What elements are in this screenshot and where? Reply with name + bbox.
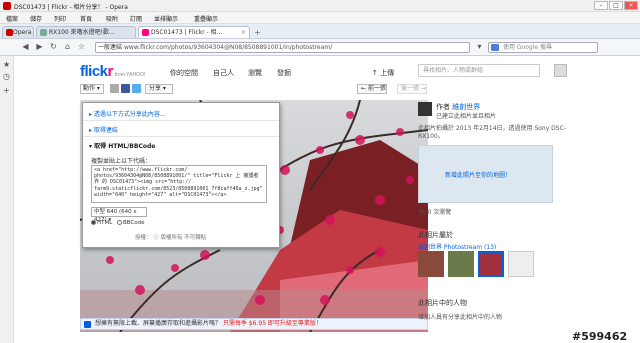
next-photo-button[interactable]: 後一張 → bbox=[397, 84, 427, 94]
add-to-map-link[interactable]: 新增此照片至你的地圖！ bbox=[445, 170, 511, 179]
minimize-button[interactable]: – bbox=[594, 1, 608, 10]
flickr-search-input[interactable]: 尋找相片、人物或群組 bbox=[418, 64, 540, 77]
owner-avatar[interactable] bbox=[418, 102, 432, 116]
bookmark-icon[interactable]: ☆ bbox=[76, 42, 87, 53]
tab-opera[interactable]: Opera bbox=[2, 26, 34, 38]
menu-file[interactable]: 檔案 bbox=[6, 14, 18, 23]
menu-cascade[interactable]: 重疊顯示 bbox=[194, 14, 218, 23]
upgrade-banner[interactable]: 想擁有無限上載、屏棄播廣存取和進攝影片嗎？ 只需每季 $6.95 即可升級至專業… bbox=[80, 318, 428, 330]
html-bbcode-section[interactable]: ▾ 取得 HTML/BBCode bbox=[89, 141, 155, 150]
watermark: #599462 bbox=[572, 330, 628, 343]
upload-link[interactable]: ↑ 上傳 bbox=[372, 68, 394, 78]
banner-text: 想擁有無限上載、屏棄播廣存取和進攝影片嗎？ bbox=[95, 320, 222, 327]
menu-home[interactable]: 首頁 bbox=[80, 14, 92, 23]
menu-snap[interactable]: 吸附 bbox=[106, 14, 118, 23]
photostream-thumb[interactable] bbox=[418, 251, 444, 277]
map-box[interactable]: 新增此照片至你的地圖！ bbox=[418, 145, 553, 203]
divider bbox=[83, 136, 279, 137]
prev-photo-button[interactable]: ← 前一張 bbox=[357, 84, 387, 94]
mail-icon[interactable] bbox=[110, 84, 119, 93]
new-tab-icon[interactable]: + bbox=[254, 28, 261, 37]
opera-app-icon bbox=[3, 2, 11, 10]
photostream-thumb[interactable] bbox=[508, 251, 534, 277]
forward-icon[interactable]: ▶ bbox=[34, 42, 45, 53]
license-text: 授權： ⓒ 版權所有 不可轉貼 bbox=[135, 235, 207, 241]
home-icon[interactable]: ⌂ bbox=[62, 42, 73, 53]
info-icon bbox=[84, 321, 91, 328]
opera-tab-icon bbox=[6, 29, 13, 36]
page-tab-icon bbox=[40, 29, 47, 36]
html-radio[interactable]: HTML bbox=[91, 220, 112, 226]
tab-label: RX100 來嚕水燈吧!歡... bbox=[49, 29, 115, 36]
window-title: DSC01473 | Flickr - 相片分享！ - Opera bbox=[14, 4, 128, 11]
nav-discover[interactable]: 發掘 bbox=[277, 68, 291, 78]
bbcode-radio[interactable]: BBCode bbox=[117, 220, 145, 226]
tab-label: DSC01473 | Flickr - 相... bbox=[151, 29, 223, 36]
people-heading: 此相片中的人物 bbox=[418, 299, 467, 307]
browser-sidebar: ★ ◷ + bbox=[0, 56, 14, 343]
user-avatar-icon[interactable] bbox=[554, 64, 567, 77]
photostream-thumb[interactable] bbox=[448, 251, 474, 277]
tab-rx100[interactable]: RX100 來嚕水燈吧!歡... bbox=[36, 26, 136, 38]
nav-contacts[interactable]: 自己人 bbox=[213, 68, 234, 78]
size-select[interactable]: 中型 640 (640 x 427) ▾ bbox=[91, 207, 147, 223]
address-prefix: 一般連結 bbox=[98, 44, 123, 51]
get-link-section[interactable]: ▸ 取得連結 bbox=[89, 125, 118, 134]
menu-save[interactable]: 儲存 bbox=[30, 14, 42, 23]
back-icon[interactable]: ◀ bbox=[20, 42, 31, 53]
embed-code-textarea[interactable]: <a href="http://www.flickr.com/ photos/9… bbox=[91, 165, 267, 203]
menu-print[interactable]: 列印 bbox=[54, 14, 66, 23]
menu-bar: 檔案 儲存 列印 首頁 吸附 訂閱 並排顯示 重疊顯示 bbox=[0, 12, 640, 24]
nav-explore[interactable]: 瀏覽 bbox=[248, 68, 262, 78]
reload-icon[interactable]: ↻ bbox=[48, 42, 59, 53]
nav-you[interactable]: 你的空間 bbox=[170, 68, 198, 78]
share-popup: ▸ 透過以下方式分享此內容... ▸ 取得連結 ▾ 取得 HTML/BBCode… bbox=[82, 102, 280, 248]
owner-sub: 已建立此相片並且相片 bbox=[436, 113, 497, 120]
radio-checked-icon bbox=[91, 220, 96, 225]
tab-bar: Opera RX100 來嚕水燈吧!歡... DSC01473 | Flickr… bbox=[0, 24, 640, 39]
share-dropdown[interactable]: 分享 ▾ bbox=[145, 84, 173, 94]
star-icon[interactable]: ★ bbox=[3, 60, 10, 69]
divider bbox=[83, 120, 279, 121]
tab-flickr[interactable]: DSC01473 | Flickr - 相... × bbox=[138, 26, 250, 38]
flickr-logo[interactable]: flickrflickrfrom YAHOO! bbox=[80, 63, 145, 80]
people-text: 增加人員有分享此相片中的人物 bbox=[418, 314, 503, 321]
photostream-thumb[interactable] bbox=[478, 251, 504, 277]
tab-label: Opera bbox=[13, 29, 32, 36]
add-panel-icon[interactable]: + bbox=[3, 86, 10, 95]
close-tab-icon[interactable]: × bbox=[241, 27, 246, 38]
dropdown-icon[interactable]: ▾ bbox=[474, 42, 485, 53]
facebook-icon[interactable] bbox=[121, 84, 130, 93]
view-count: 👁 0 次瀏覽 bbox=[418, 209, 452, 216]
belongs-heading: 此相片屬於 bbox=[418, 231, 453, 239]
flickr-tab-icon bbox=[142, 29, 149, 36]
history-icon[interactable]: ◷ bbox=[3, 72, 10, 81]
url-field[interactable]: 一般連結 www.flickr.com/photos/93604304@N08/… bbox=[95, 42, 470, 53]
menu-tile[interactable]: 並排顯示 bbox=[154, 14, 178, 23]
taken-info: 此相片拍攝於 2013 年2月14日，透過使用 Sony DSC-RX100。 bbox=[418, 125, 566, 140]
search-placeholder: 使用 Google 搜尋 bbox=[503, 44, 552, 51]
url-text: www.flickr.com/photos/93604304@N08/85088… bbox=[124, 44, 333, 51]
banner-highlight[interactable]: 只需每季 $6.95 即可升級至專業版！ bbox=[223, 320, 322, 327]
address-bar: ◀ ▶ ↻ ⌂ ☆ 一般連結 www.flickr.com/photos/936… bbox=[0, 39, 640, 56]
photostream-link[interactable]: 維創世界 Photostream (13) bbox=[418, 242, 496, 251]
copy-instruction: 複製並貼上以下代碼： bbox=[91, 158, 152, 165]
twitter-icon[interactable] bbox=[132, 84, 141, 93]
close-window-button[interactable]: × bbox=[624, 1, 638, 10]
radio-unchecked-icon bbox=[117, 220, 122, 225]
maximize-button[interactable]: □ bbox=[609, 1, 623, 10]
menu-subscribe[interactable]: 訂閱 bbox=[130, 14, 142, 23]
title-bar: DSC01473 | Flickr - 相片分享！ - Opera – □ × bbox=[0, 0, 640, 12]
owner-name[interactable]: 維創世界 bbox=[452, 103, 480, 111]
browser-search-field[interactable]: 使用 Google 搜尋 bbox=[488, 42, 598, 53]
google-icon bbox=[491, 44, 499, 51]
share-via-section[interactable]: ▸ 透過以下方式分享此內容... bbox=[89, 109, 166, 118]
actions-dropdown[interactable]: 動作 ▾ bbox=[80, 84, 104, 94]
